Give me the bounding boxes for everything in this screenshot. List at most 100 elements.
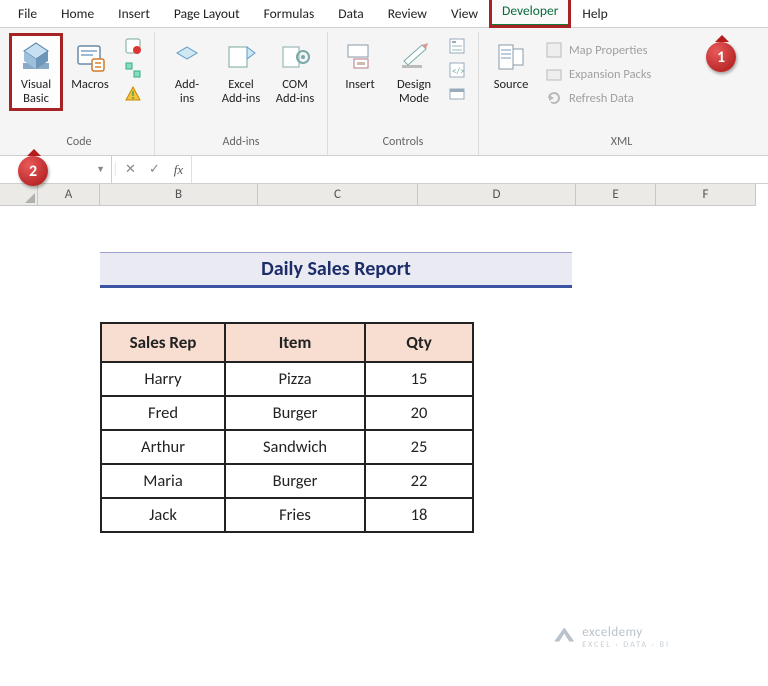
table-row[interactable]: HarryPizza15 bbox=[101, 362, 473, 396]
rowhdr[interactable]: 6 bbox=[0, 436, 38, 474]
rowhdr[interactable]: 9 bbox=[0, 580, 38, 618]
cancel-formula-button[interactable]: ✕ bbox=[119, 162, 143, 177]
addins-button[interactable]: Add-ins bbox=[161, 34, 213, 110]
insert-control-icon bbox=[344, 38, 376, 76]
tab-help[interactable]: Help bbox=[570, 0, 619, 27]
menu-tabs: File Home Insert Page Layout Formulas Da… bbox=[0, 0, 768, 28]
table-row[interactable]: FredBurger20 bbox=[101, 396, 473, 430]
run-dialog-button[interactable] bbox=[442, 82, 472, 106]
rowhdr[interactable]: 5 bbox=[0, 388, 38, 426]
group-label-code: Code bbox=[66, 133, 91, 153]
refresh-icon bbox=[545, 89, 563, 107]
excel-addins-button[interactable]: ExcelAdd-ins bbox=[215, 34, 267, 110]
tab-home[interactable]: Home bbox=[49, 0, 106, 27]
sheet-grid: A B C D E F bbox=[0, 184, 768, 206]
ribbon-group-addins: Add-ins ExcelAdd-ins COMAdd-ins Add-ins bbox=[155, 32, 328, 155]
design-mode-label: DesignMode bbox=[397, 78, 431, 106]
colhdr-E[interactable]: E bbox=[576, 184, 656, 206]
enter-formula-button[interactable]: ✓ bbox=[143, 162, 167, 177]
watermark-sub: EXCEL · DATA · BI bbox=[582, 640, 670, 650]
tab-data[interactable]: Data bbox=[326, 0, 375, 27]
addins-icon bbox=[171, 38, 203, 76]
ribbon-group-code: VisualBasic Macros Code bbox=[4, 32, 155, 155]
source-label: Source bbox=[494, 78, 529, 92]
source-button[interactable]: Source bbox=[485, 34, 537, 96]
properties-icon bbox=[448, 37, 466, 55]
group-label-addins: Add-ins bbox=[223, 133, 260, 153]
table-header-row: Sales Rep Item Qty bbox=[101, 323, 473, 362]
visual-basic-icon bbox=[18, 38, 54, 76]
table-row[interactable]: ArthurSandwich25 bbox=[101, 430, 473, 464]
group-label-controls: Controls bbox=[383, 133, 424, 153]
macros-label: Macros bbox=[71, 78, 109, 92]
name-box[interactable]: ▼ bbox=[0, 156, 112, 183]
ribbon: VisualBasic Macros Code Add-ins bbox=[0, 28, 768, 156]
table-row[interactable]: JackFries18 bbox=[101, 498, 473, 532]
tab-insert[interactable]: Insert bbox=[106, 0, 162, 27]
macros-icon bbox=[74, 38, 106, 76]
visual-basic-button[interactable]: VisualBasic bbox=[10, 34, 62, 110]
map-properties-button: Map Properties bbox=[539, 38, 657, 62]
colhdr-D[interactable]: D bbox=[418, 184, 576, 206]
group-label-xml: XML bbox=[611, 133, 633, 153]
tab-developer[interactable]: Developer bbox=[490, 0, 570, 27]
com-addins-icon bbox=[279, 38, 311, 76]
excel-addins-label: ExcelAdd-ins bbox=[222, 78, 261, 106]
refresh-data-button: Refresh Data bbox=[539, 86, 657, 110]
visual-basic-label: VisualBasic bbox=[21, 78, 51, 106]
run-dialog-icon bbox=[448, 85, 466, 103]
design-mode-icon bbox=[398, 38, 430, 76]
report-title: Daily Sales Report bbox=[100, 252, 572, 288]
tab-view[interactable]: View bbox=[439, 0, 490, 27]
use-relative-refs-button[interactable] bbox=[118, 58, 148, 82]
formula-input[interactable] bbox=[191, 156, 768, 183]
source-icon bbox=[495, 38, 527, 76]
ribbon-group-controls: Insert DesignMode </> Controls bbox=[328, 32, 479, 155]
macros-button[interactable]: Macros bbox=[64, 34, 116, 96]
tab-page-layout[interactable]: Page Layout bbox=[162, 0, 252, 27]
macro-security-button[interactable] bbox=[118, 82, 148, 106]
tab-formulas[interactable]: Formulas bbox=[252, 0, 327, 27]
colhdr-C[interactable]: C bbox=[258, 184, 418, 206]
th-item: Item bbox=[225, 323, 365, 362]
watermark: exceldemy EXCEL · DATA · BI bbox=[554, 625, 670, 650]
chevron-down-icon[interactable]: ▼ bbox=[96, 164, 105, 175]
select-all-corner[interactable] bbox=[0, 184, 38, 206]
colhdr-A[interactable]: A bbox=[38, 184, 100, 206]
watermark-logo-icon bbox=[554, 628, 574, 648]
map-properties-icon bbox=[545, 41, 563, 59]
rowhdr[interactable]: 10 bbox=[0, 628, 38, 676]
com-addins-button[interactable]: COMAdd-ins bbox=[269, 34, 321, 110]
expansion-packs-button: Expansion Packs bbox=[539, 62, 657, 86]
view-code-button[interactable]: </> bbox=[442, 58, 472, 82]
rowhdr[interactable]: 7 bbox=[0, 484, 38, 522]
colhdr-F[interactable]: F bbox=[656, 184, 756, 206]
rowhdr[interactable]: 3 bbox=[0, 296, 38, 326]
properties-button[interactable] bbox=[442, 34, 472, 58]
colhdr-B[interactable]: B bbox=[100, 184, 258, 206]
rowhdr[interactable]: 4 bbox=[0, 336, 38, 378]
svg-text:</>: </> bbox=[452, 66, 465, 77]
record-macro-icon bbox=[124, 37, 142, 55]
expansion-packs-icon bbox=[545, 65, 563, 83]
formula-bar: ▼ │ ✕ ✓ fx bbox=[0, 156, 768, 184]
tab-review[interactable]: Review bbox=[376, 0, 439, 27]
watermark-brand: exceldemy bbox=[582, 625, 642, 640]
insert-control-label: Insert bbox=[345, 78, 374, 92]
sheet-area[interactable]: 1 2 3 4 5 6 7 8 9 10 Daily Sales Report … bbox=[0, 206, 768, 686]
th-qty: Qty bbox=[365, 323, 473, 362]
th-sales-rep: Sales Rep bbox=[101, 323, 225, 362]
insert-control-button[interactable]: Insert bbox=[334, 34, 386, 96]
rowhdr[interactable]: 1 bbox=[0, 206, 38, 236]
excel-addins-icon bbox=[225, 38, 257, 76]
view-code-icon: </> bbox=[448, 61, 466, 79]
insert-function-button[interactable]: fx bbox=[167, 162, 191, 178]
com-addins-label: COMAdd-ins bbox=[276, 78, 315, 106]
table-row[interactable]: MariaBurger22 bbox=[101, 464, 473, 498]
rowhdr[interactable]: 8 bbox=[0, 532, 38, 570]
record-macro-button[interactable] bbox=[118, 34, 148, 58]
design-mode-button[interactable]: DesignMode bbox=[388, 34, 440, 110]
relative-refs-icon bbox=[124, 61, 142, 79]
tab-file[interactable]: File bbox=[6, 0, 49, 27]
rowhdr[interactable]: 2 bbox=[0, 246, 38, 286]
